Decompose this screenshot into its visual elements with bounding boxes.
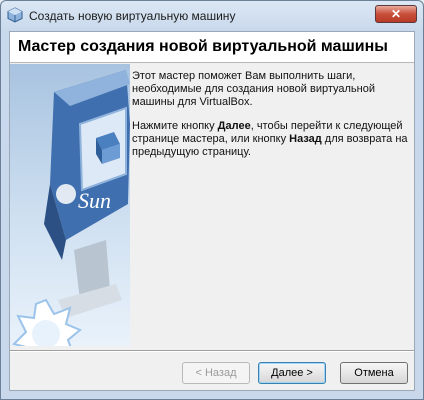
wizard-client-area: Мастер создания новой виртуальной машины (9, 31, 415, 391)
title-bar[interactable]: Создать новую виртуальную машину ✕ (1, 1, 423, 31)
back-button[interactable]: < Назад (182, 362, 250, 384)
description-paragraph-2: Нажмите кнопку Далее, чтобы перейти к сл… (132, 120, 408, 159)
p2-bold-next: Далее (217, 120, 251, 132)
sun-logo-text: Sun (78, 188, 111, 213)
p2-bold-back: Назад (289, 133, 322, 145)
page-title: Мастер создания новой виртуальной машины (18, 38, 388, 55)
close-icon: ✕ (390, 7, 402, 21)
wizard-window: Создать новую виртуальную машину ✕ Масте… (0, 0, 424, 400)
virtualbox-icon (7, 7, 23, 23)
cancel-button[interactable]: Отмена (340, 362, 408, 384)
wizard-banner-image: Sun (10, 64, 130, 346)
window-title: Создать новую виртуальную машину (29, 9, 236, 23)
close-button[interactable]: ✕ (375, 5, 417, 23)
wizard-header: Мастер создания новой виртуальной машины (10, 32, 414, 63)
next-button[interactable]: Далее > (258, 362, 326, 384)
p2-text-1: Нажмите кнопку (132, 120, 218, 132)
button-separator (10, 350, 414, 352)
wizard-description: Этот мастер поможет Вам выполнить шаги, … (132, 70, 408, 170)
description-paragraph-1: Этот мастер поможет Вам выполнить шаги, … (132, 70, 375, 108)
